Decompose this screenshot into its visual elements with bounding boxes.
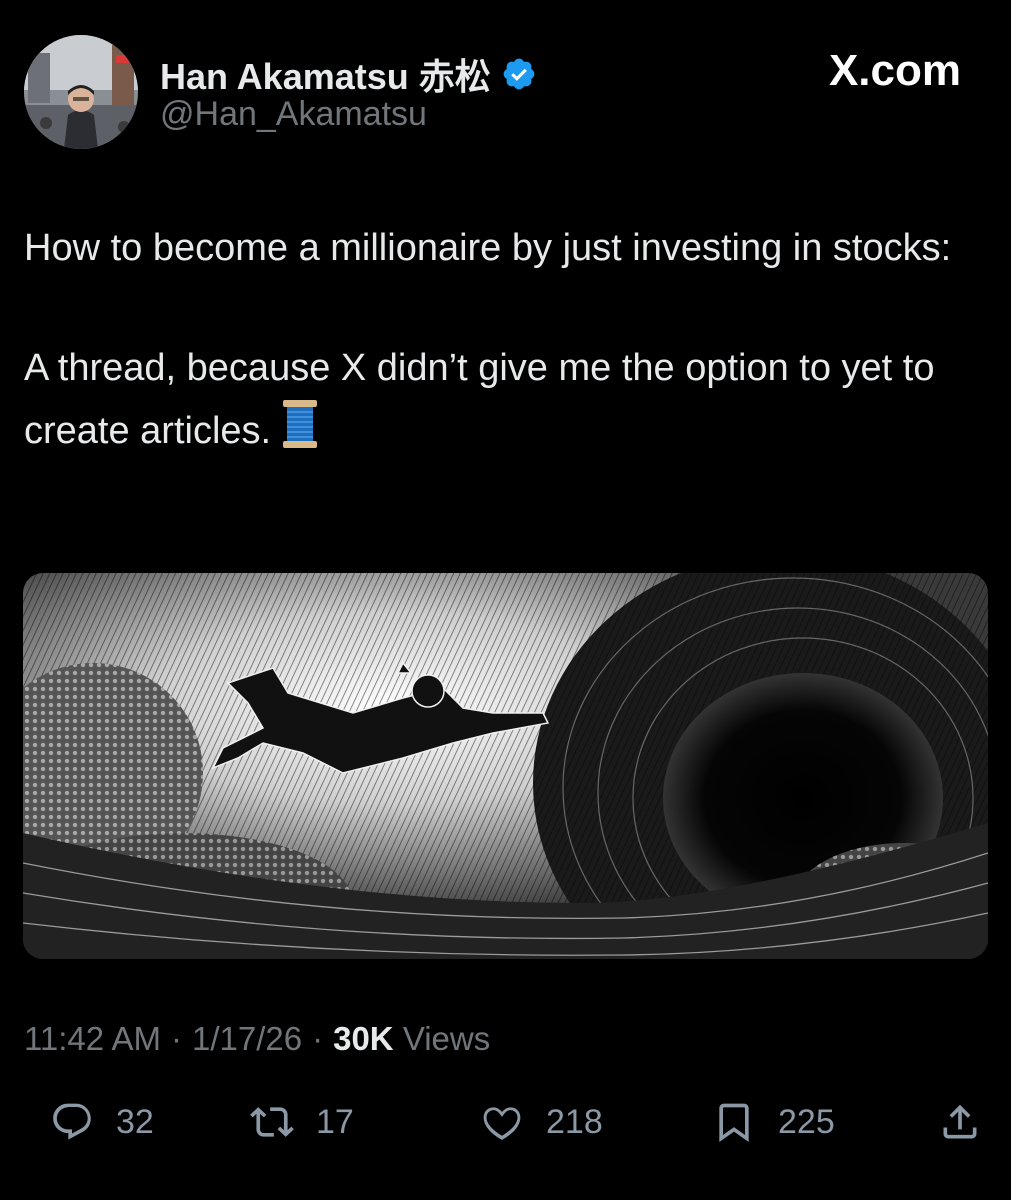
avatar-photo — [24, 35, 138, 149]
bookmark-count: 225 — [778, 1102, 835, 1141]
action-bar: 32 17 218 225 — [0, 1100, 1011, 1160]
bookmark-icon — [719, 1103, 749, 1143]
repost-icon — [250, 1107, 294, 1137]
bookmark-button[interactable]: 225 — [712, 1100, 835, 1144]
reply-button[interactable]: 32 — [50, 1100, 154, 1144]
spool-of-thread-icon — [281, 398, 319, 468]
views-label: Views — [402, 1020, 491, 1057]
reply-count: 32 — [116, 1102, 154, 1141]
views-count: 30K — [333, 1020, 394, 1057]
share-button[interactable] — [938, 1100, 982, 1144]
reply-icon — [53, 1103, 91, 1140]
like-button[interactable]: 218 — [480, 1100, 603, 1144]
figure-falling-into-vortex-illustration — [23, 573, 988, 959]
post-media-image[interactable] — [23, 573, 988, 959]
repost-count: 17 — [316, 1102, 354, 1141]
author-handle[interactable]: @Han_Akamatsu — [160, 95, 427, 134]
like-count: 218 — [546, 1102, 603, 1141]
verified-badge-icon[interactable] — [501, 56, 537, 92]
avatar[interactable] — [24, 35, 138, 149]
author-name-row: Han Akamatsu 赤松 — [160, 48, 537, 100]
post-meta: 11:42 AM · 1/17/26 · 30K Views — [24, 1020, 490, 1058]
brand-label: X.com — [828, 46, 961, 95]
repost-button[interactable]: 17 — [250, 1100, 354, 1144]
post-text: How to become a millionaire by just inve… — [24, 218, 984, 468]
post-time[interactable]: 11:42 AM — [24, 1020, 161, 1058]
share-icon — [943, 1104, 977, 1139]
post-date[interactable]: 1/17/26 — [192, 1020, 302, 1058]
heart-icon — [483, 1107, 521, 1140]
author-name[interactable]: Han Akamatsu 赤松 — [160, 48, 491, 100]
post-paragraph-2-text: A thread, because X didn’t give me the o… — [24, 347, 935, 453]
meta-separator: · — [170, 1020, 182, 1057]
post-paragraph-2: A thread, because X didn’t give me the o… — [24, 338, 984, 468]
meta-separator: · — [312, 1020, 324, 1057]
post-paragraph-1: How to become a millionaire by just inve… — [24, 227, 952, 269]
